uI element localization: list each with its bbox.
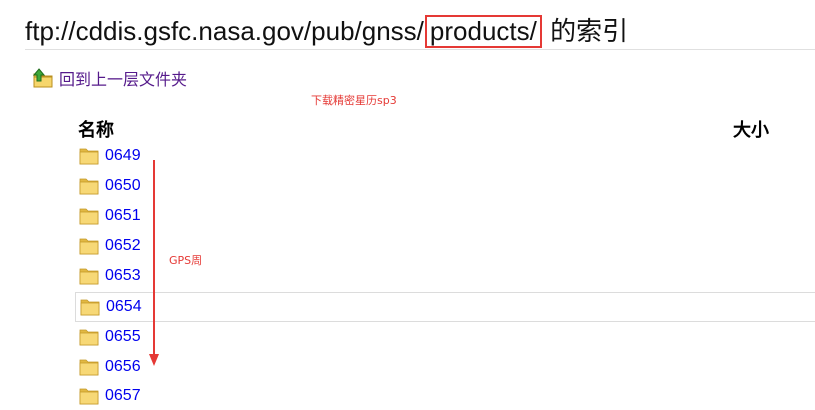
- parent-directory-label: 回到上一层文件夹: [59, 70, 188, 89]
- folder-link[interactable]: 0654: [106, 298, 142, 316]
- folder-link[interactable]: 0649: [105, 147, 141, 165]
- column-header-name[interactable]: 名称: [78, 116, 114, 142]
- folder-icon: [79, 238, 99, 255]
- table-row[interactable]: 0653: [75, 262, 815, 290]
- parent-directory-link[interactable]: 回到上一层文件夹: [33, 66, 187, 90]
- annotation-sp3: 下载精密星历sp3: [311, 94, 397, 107]
- table-row[interactable]: 0655: [75, 323, 815, 351]
- folder-link[interactable]: 0652: [105, 237, 141, 255]
- folder-icon: [79, 329, 99, 346]
- header-divider: [25, 49, 815, 50]
- annotation-down-arrow: [149, 160, 159, 366]
- folder-link[interactable]: 0656: [105, 358, 141, 376]
- table-row[interactable]: 0656: [75, 353, 815, 381]
- folder-icon: [79, 359, 99, 376]
- folder-icon: [79, 208, 99, 225]
- folder-icon: [79, 268, 99, 285]
- up-arrow-folder-icon: [33, 68, 53, 88]
- folder-link[interactable]: 0657: [105, 387, 141, 405]
- title-suffix: 的索引: [542, 16, 629, 46]
- folder-icon: [80, 299, 100, 316]
- table-row[interactable]: 0651: [75, 202, 815, 230]
- folder-icon: [79, 178, 99, 195]
- table-row-hovered[interactable]: 0654: [75, 292, 815, 322]
- highlighted-path-segment: products/: [424, 15, 542, 48]
- title-path: ftp://cddis.gsfc.nasa.gov/pub/gnss/: [25, 16, 424, 46]
- folder-icon: [79, 388, 99, 405]
- folder-icon: [79, 148, 99, 165]
- table-row[interactable]: 0650: [75, 172, 815, 200]
- folder-link[interactable]: 0653: [105, 267, 141, 285]
- table-row[interactable]: 0652: [75, 232, 815, 260]
- folder-link[interactable]: 0651: [105, 207, 141, 225]
- folder-link[interactable]: 0655: [105, 328, 141, 346]
- table-row[interactable]: 0657: [75, 382, 815, 410]
- table-row[interactable]: 0649: [75, 142, 815, 170]
- page-title: ftp://cddis.gsfc.nasa.gov/pub/gnss/produ…: [25, 14, 628, 48]
- page-header: ftp://cddis.gsfc.nasa.gov/pub/gnss/produ…: [0, 0, 815, 50]
- column-header-size[interactable]: 大小: [733, 116, 769, 142]
- folder-link[interactable]: 0650: [105, 177, 141, 195]
